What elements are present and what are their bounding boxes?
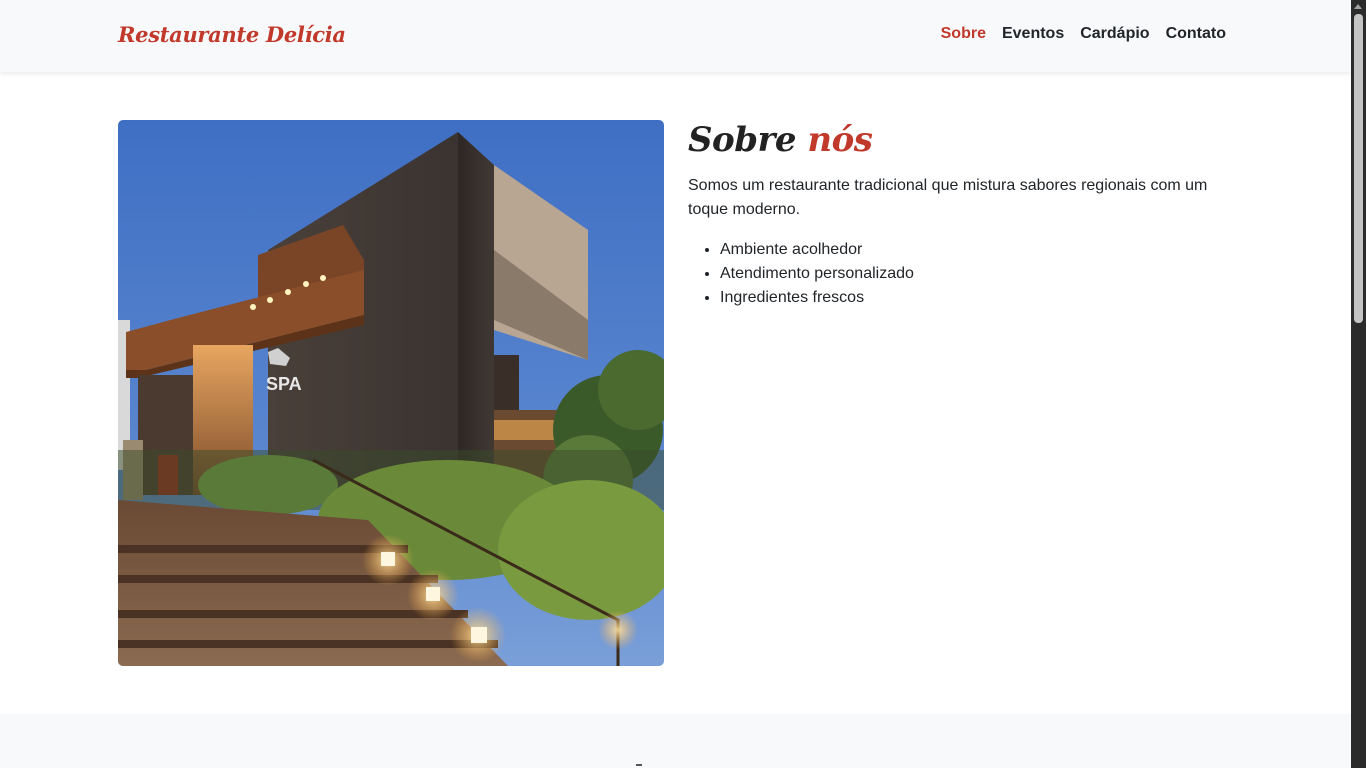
nav-link-cardapio[interactable]: Cardápio (1080, 25, 1149, 43)
scroll-up-arrow-icon[interactable] (1354, 4, 1362, 9)
list-item: Ingredientes frescos (720, 286, 1228, 310)
nav-link-eventos[interactable]: Eventos (1002, 25, 1064, 43)
features-list: Ambiente acolhedor Atendimento personali… (688, 238, 1228, 310)
next-section (0, 714, 1351, 768)
about-title: Sobre nós (688, 118, 1228, 162)
about-description: Somos um restaurante tradicional que mis… (688, 177, 1208, 218)
list-item: Atendimento personalizado (720, 262, 1228, 286)
brand-logo[interactable]: Restaurante Delícia (118, 22, 346, 47)
nav-link-sobre[interactable]: Sobre (941, 25, 986, 43)
nav-links: Sobre Eventos Cardápio Contato (941, 25, 1226, 43)
about-text: Sobre nós Somos um restaurante tradicion… (688, 118, 1228, 310)
restaurant-photo: SPA (118, 120, 664, 666)
nav-link-contato[interactable]: Contato (1166, 25, 1226, 43)
scrollbar-thumb[interactable] (1354, 14, 1363, 323)
list-item: Ambiente acolhedor (720, 238, 1228, 262)
about-title-main: Sobre (688, 120, 808, 160)
scrollbar[interactable] (1351, 0, 1366, 768)
next-section-heading-fragment (636, 764, 642, 768)
spa-sign: SPA (266, 374, 302, 394)
navbar: Restaurante Delícia Sobre Eventos Cardáp… (0, 0, 1351, 72)
page: Restaurante Delícia Sobre Eventos Cardáp… (0, 0, 1351, 768)
about-title-accent: nós (807, 120, 873, 160)
